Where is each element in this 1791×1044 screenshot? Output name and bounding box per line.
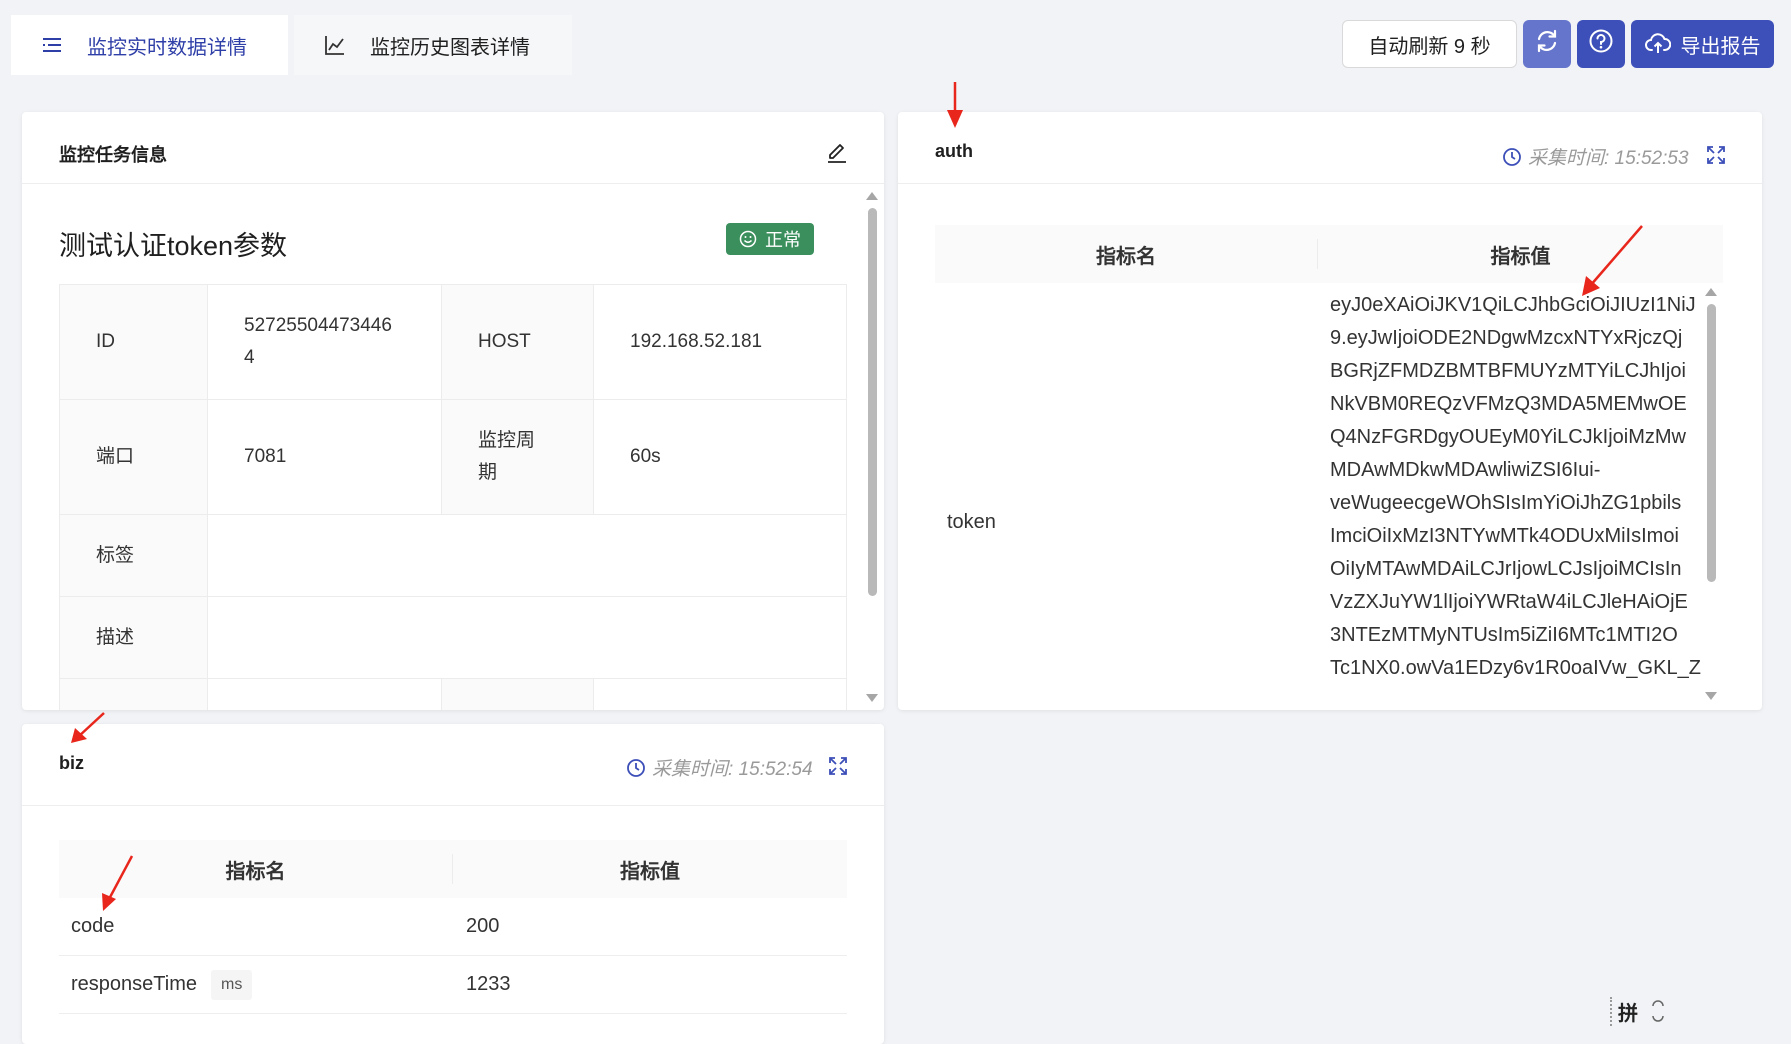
card-title: 监控任务信息	[59, 145, 167, 165]
scroll-up-icon[interactable]	[1704, 286, 1718, 298]
unit-tag: ms	[211, 970, 253, 1000]
top-bar: 监控实时数据详情 监控历史图表详情 自动刷新 9 秒 导出报告	[0, 0, 1791, 78]
card-title: auth	[935, 141, 973, 161]
card-title: biz	[59, 753, 84, 773]
collect-time-text: 采集时间: 15:52:53	[1528, 148, 1689, 169]
refresh-icon	[1534, 28, 1560, 60]
scroll-thumb[interactable]	[1707, 304, 1716, 582]
metric-value: 1233	[466, 973, 511, 995]
card-header: biz 采集时间: 15:52:54	[22, 724, 884, 806]
collect-time-text: 采集时间: 15:52:54	[652, 759, 813, 780]
list-icon	[41, 34, 63, 56]
metrics-scrollbar[interactable]	[1704, 286, 1718, 710]
task-scrollbar[interactable]	[865, 190, 879, 710]
metric-row: responseTime ms 1233	[59, 956, 847, 1014]
card-header: auth 采集时间: 15:52:53	[898, 112, 1762, 184]
scroll-down-icon[interactable]	[865, 692, 879, 704]
value-tags	[207, 514, 847, 597]
label-desc: 描述	[59, 596, 208, 679]
value-extra	[207, 678, 442, 710]
token-line: BGRjZFMDZBMTBFMUYzMTYiLCJhIjoi	[1330, 360, 1686, 382]
label-host: HOST	[441, 284, 594, 400]
auth-metrics-card: auth 采集时间: 15:52:53 指标名 指标值 token eyJ0eX…	[898, 112, 1762, 710]
token-line: veWugeecgeWOhSIsImYiOiJhZG1pbils	[1330, 492, 1682, 514]
expand-icon[interactable]	[1706, 145, 1726, 170]
auto-refresh-button[interactable]: 自动刷新 9 秒	[1342, 20, 1517, 68]
cloud-upload-icon	[1644, 33, 1671, 55]
card-header: 监控任务信息	[22, 112, 884, 184]
export-report-label: 导出报告	[1680, 35, 1761, 58]
tab-realtime[interactable]: 监控实时数据详情	[11, 15, 288, 75]
label-period-line1: 监控周	[478, 430, 536, 451]
label-port: 端口	[59, 399, 208, 515]
collect-time: 采集时间: 15:52:54	[626, 754, 813, 781]
token-line: MDAwMDkwMDAwliwiZSI6Iui-	[1330, 459, 1601, 481]
scroll-up-icon[interactable]	[865, 190, 879, 202]
tab-history[interactable]: 监控历史图表详情	[294, 15, 572, 75]
refresh-button[interactable]	[1523, 20, 1571, 68]
value-desc	[207, 596, 847, 679]
monitor-name: 测试认证token参数	[59, 231, 288, 261]
token-line: NkVBM0REQzVFMzQ3MDA5MEMwOE	[1330, 393, 1687, 415]
col-metric-value: 指标值	[620, 860, 680, 883]
token-line: Q4NzFGRDgyOUEyM0YiLCJkIjoiMzMw	[1330, 426, 1686, 448]
token-line: 9.eyJwIjoiODE2NDgwMzcxNTYxRjczQj	[1330, 327, 1683, 349]
value-period: 60s	[593, 399, 847, 515]
token-line: VzZXJuYW1lIjoiYWRtaW4iLCJleHAiOjE	[1330, 591, 1688, 613]
label-tags: 标签	[59, 514, 208, 597]
metric-name: code	[71, 915, 115, 937]
task-info-card: 监控任务信息 测试认证token参数 正常 ID 52725504473446 4…	[22, 112, 884, 710]
col-metric-name: 指标名	[935, 239, 1318, 269]
metric-value: 200	[466, 915, 500, 937]
edit-icon[interactable]	[826, 142, 848, 169]
info-table: ID 52725504473446 4 HOST 192.168.52.181 端…	[59, 284, 847, 710]
label-period-line2: 期	[478, 462, 498, 483]
token-line: eyJ0eXAiOiJKV1QiLCJhbGciOiJIUzI1NiJ	[1330, 294, 1696, 316]
value-id: 52725504473446 4	[207, 284, 442, 400]
biz-metrics-card: biz 采集时间: 15:52:54 指标名 指标值 code 200 resp…	[22, 724, 884, 1044]
ime-switch-icon	[1650, 998, 1666, 1024]
tab-history-label: 监控历史图表详情	[370, 36, 530, 59]
metric-row: code 200	[59, 898, 847, 956]
metrics-table-header: 指标名 指标值	[59, 840, 847, 898]
token-line: Tc1NX0.owVa1EDzy6v1R0oaIVw_GKL_Z	[1330, 657, 1701, 679]
token-line: 3NTEzMTMyNTUsIm5iZiI6MTc1MTI2O	[1330, 624, 1678, 646]
clock-icon	[1503, 147, 1521, 166]
token-line: ImciOiIxMzI3NTYwMTk4ODUxMiIsImoi	[1330, 525, 1679, 547]
label-id: ID	[59, 284, 208, 400]
ime-indicator[interactable]: 拼	[1610, 995, 1680, 1027]
metric-row: token eyJ0eXAiOiJKV1QiLCJhbGciOiJIUzI1Ni…	[935, 283, 1701, 710]
status-badge: 正常	[726, 223, 814, 255]
col-metric-name: 指标名	[59, 854, 453, 884]
tab-realtime-label: 监控实时数据详情	[87, 36, 247, 59]
export-report-button[interactable]: 导出报告	[1631, 20, 1774, 68]
status-text: 正常	[765, 230, 801, 250]
value-id-line1: 52725504473446	[244, 315, 392, 336]
collect-time: 采集时间: 15:52:53	[1502, 143, 1689, 170]
help-button[interactable]	[1577, 20, 1625, 68]
scroll-thumb[interactable]	[868, 208, 877, 596]
col-metric-value: 指标值	[1490, 245, 1551, 268]
help-icon	[1588, 28, 1614, 60]
clock-icon	[627, 758, 645, 777]
label-extra-2	[441, 678, 594, 710]
line-chart-icon	[324, 34, 346, 56]
value-port: 7081	[207, 399, 442, 515]
ime-label: 拼	[1610, 996, 1638, 1026]
smile-icon	[739, 230, 757, 248]
scroll-down-icon[interactable]	[1704, 690, 1718, 702]
metrics-table-header: 指标名 指标值	[935, 225, 1723, 283]
metric-name: responseTime	[71, 973, 197, 995]
value-host: 192.168.52.181	[593, 284, 847, 400]
auto-refresh-label: 自动刷新 9 秒	[1368, 35, 1491, 58]
token-value: eyJ0eXAiOiJKV1QiLCJhbGciOiJIUzI1NiJ 9.eyJ…	[1330, 289, 1701, 685]
value-extra-2	[593, 678, 847, 710]
metric-name: token	[947, 511, 996, 533]
label-extra	[59, 678, 208, 710]
value-id-line2: 4	[244, 347, 255, 368]
expand-icon[interactable]	[828, 756, 848, 781]
token-line: OiIyMTAwMDAiLCJrIjowLCJsIjoiMCIsIn	[1330, 558, 1682, 580]
label-period: 监控周期	[441, 399, 594, 515]
